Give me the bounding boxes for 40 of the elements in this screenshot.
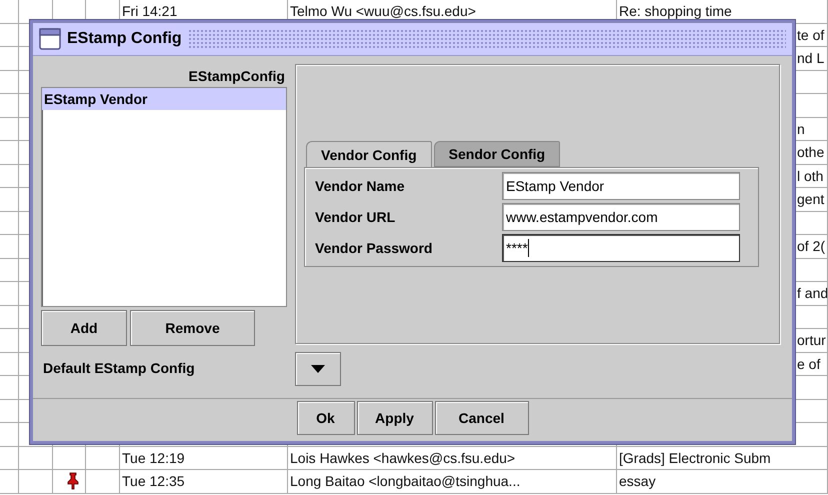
date-text: Fri 14:21	[122, 3, 178, 20]
sender-text: Long Baitao <longbaitao@tsinghua...	[290, 473, 520, 490]
subject-text: essay	[619, 473, 656, 490]
subject-text: [Grads] Electronic Subm	[619, 450, 771, 466]
subject-text: f and	[797, 285, 827, 302]
default-config-label: Default EStamp Config	[42, 360, 196, 376]
subject-text: Re: shopping time	[619, 3, 732, 20]
window-icon	[39, 28, 61, 50]
ok-button[interactable]: Ok	[296, 401, 354, 435]
tab[interactable]: Sendor Config	[434, 141, 560, 167]
date-text: Tue 12:35	[122, 473, 185, 490]
subject-text: othe	[797, 144, 824, 160]
input-field[interactable]: www.estampvendor.com	[502, 203, 740, 231]
tab[interactable]: Vendor Config	[306, 141, 432, 167]
subject-text: ortur	[797, 332, 826, 348]
subject-text: l oth	[797, 168, 824, 184]
sender-text: Telmo Wu <wuu@cs.fsu.edu>	[290, 3, 476, 20]
field-label: Vendor Password	[315, 240, 434, 256]
subject-text: gent	[797, 191, 824, 208]
dropdown-button[interactable]	[295, 352, 341, 386]
subject-text: of 2(	[797, 238, 826, 254]
input-field[interactable]: ****	[502, 234, 740, 262]
list-item[interactable]: EStamp Vendor	[42, 88, 286, 110]
window-title: EStamp Config	[67, 30, 182, 48]
add-button[interactable]: Add	[41, 310, 127, 346]
subject-text: nd L	[797, 50, 824, 66]
caret-icon	[311, 365, 325, 373]
field-label: Vendor Name	[315, 178, 406, 194]
config-list[interactable]: EStamp Vendor	[41, 87, 287, 307]
cancel-button[interactable]: Cancel	[434, 401, 528, 435]
input-field[interactable]: EStamp Vendor	[502, 172, 740, 200]
subject-text: te of	[797, 26, 824, 43]
list-header: EStampConfig	[188, 67, 286, 86]
sender-text: Lois Hawkes <hawkes@cs.fsu.edu>	[290, 450, 516, 466]
apply-button[interactable]: Apply	[356, 401, 432, 435]
remove-button[interactable]: Remove	[130, 310, 255, 346]
date-text: Tue 12:19	[122, 450, 185, 466]
subject-text: e of	[797, 356, 820, 372]
field-label: Vendor URL	[315, 209, 396, 225]
subject-text: n	[797, 120, 805, 137]
